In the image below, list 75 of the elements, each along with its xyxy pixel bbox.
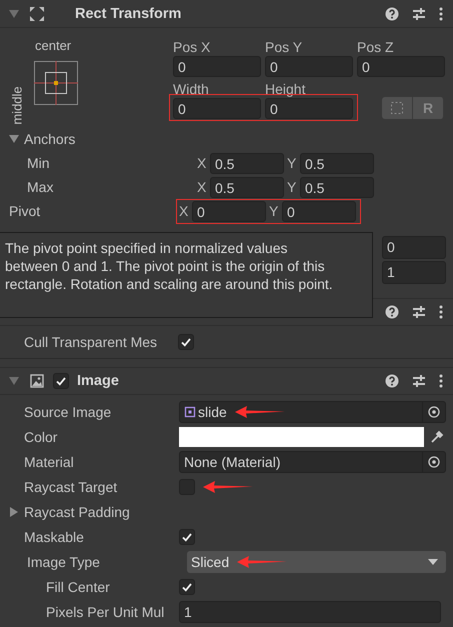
property-label: Cull Transparent Mes: [24, 334, 158, 350]
field-label: Pos Y: [265, 38, 304, 56]
color-swatch[interactable]: [179, 426, 424, 446]
property-label: Fill Center: [46, 578, 111, 594]
property-label: Pixels Per Unit Mul: [46, 604, 166, 620]
number-field[interactable]: 0.5: [300, 176, 374, 198]
field-label: Pos X: [173, 38, 212, 56]
property-label: Min: [26, 155, 51, 171]
component-header[interactable]: Rect Transform: [0, 0, 453, 28]
axis-label: X: [197, 179, 208, 195]
foldout-triangle-icon[interactable]: [9, 134, 19, 144]
object-picker-icon[interactable]: [428, 456, 440, 468]
checkbox[interactable]: [179, 578, 195, 594]
number-field[interactable]: 0: [173, 98, 261, 119]
anchor-preset-icon[interactable]: [34, 61, 78, 105]
number-field[interactable]: 0: [173, 56, 261, 77]
presets-icon[interactable]: [412, 374, 426, 388]
object-field[interactable]: None (Material): [179, 450, 446, 472]
number-field[interactable]: 0: [282, 200, 356, 222]
component-title: Rect Transform: [75, 6, 182, 22]
tooltip: The pivot point specified in normalized values between 0 and 1. The pivot point is the origin of this rectangle. Rotation and scaling are around this point.: [0, 232, 373, 318]
field-label: Height: [265, 80, 306, 98]
property-label: Max: [26, 179, 54, 195]
more-icon[interactable]: [439, 6, 443, 20]
number-field[interactable]: 0: [192, 200, 266, 222]
caret-icon: [428, 558, 438, 564]
object-field[interactable]: slide: [179, 400, 446, 422]
number-field[interactable]: 0: [265, 98, 353, 119]
property-label: Color: [24, 428, 58, 444]
sprite-icon: [184, 406, 196, 418]
number-field[interactable]: 0.5: [210, 152, 284, 174]
anchor-vertical-label: middle: [10, 86, 25, 125]
property-label: Source Image: [24, 404, 112, 420]
number-field[interactable]: 1: [382, 261, 446, 284]
enabled-checkbox[interactable]: [53, 373, 69, 389]
move-arrows-icon: [29, 6, 45, 22]
dashed-square-icon: [391, 102, 403, 114]
property-label: Material: [24, 454, 75, 470]
number-field[interactable]: 0.5: [210, 176, 284, 198]
number-field[interactable]: 0: [382, 236, 446, 259]
component-title: Image: [77, 373, 119, 389]
checkbox[interactable]: [178, 334, 194, 350]
component-header[interactable]: Image: [0, 367, 453, 395]
field-label: Width: [173, 80, 210, 98]
axis-label: Y: [269, 203, 280, 219]
object-picker-icon[interactable]: [428, 406, 440, 418]
anchor-horizontal-label: center: [35, 38, 72, 53]
more-icon[interactable]: [439, 374, 443, 388]
blueprint-mode-button[interactable]: [382, 97, 413, 119]
presets-icon[interactable]: [412, 6, 426, 20]
picture-frame-icon: [29, 373, 45, 389]
axis-label: Y: [287, 155, 298, 171]
axis-label: X: [197, 155, 208, 171]
axis-label: Y: [287, 179, 298, 195]
property-label: Maskable: [24, 528, 85, 544]
number-field[interactable]: 1: [179, 600, 441, 622]
help-icon[interactable]: [385, 305, 399, 319]
checkbox[interactable]: [179, 528, 195, 544]
eyedropper-icon[interactable]: [430, 430, 444, 444]
help-icon[interactable]: [385, 374, 399, 388]
property-label: Pivot: [8, 203, 42, 219]
presets-icon[interactable]: [412, 305, 426, 319]
axis-label: X: [179, 203, 190, 219]
foldout-label[interactable]: Anchors: [24, 131, 176, 147]
property-label: Raycast Target: [24, 478, 118, 494]
number-field[interactable]: 0: [357, 56, 445, 77]
number-field[interactable]: 0.5: [300, 152, 374, 174]
help-icon[interactable]: [385, 6, 399, 20]
dropdown[interactable]: Sliced: [187, 550, 446, 572]
foldout-label[interactable]: Raycast Padding: [24, 504, 179, 520]
field-label: Pos Z: [357, 38, 395, 56]
property-label: Image Type: [27, 554, 101, 570]
number-field[interactable]: 0: [265, 56, 353, 77]
foldout-triangle-icon[interactable]: [9, 507, 19, 517]
more-icon[interactable]: [439, 305, 443, 319]
